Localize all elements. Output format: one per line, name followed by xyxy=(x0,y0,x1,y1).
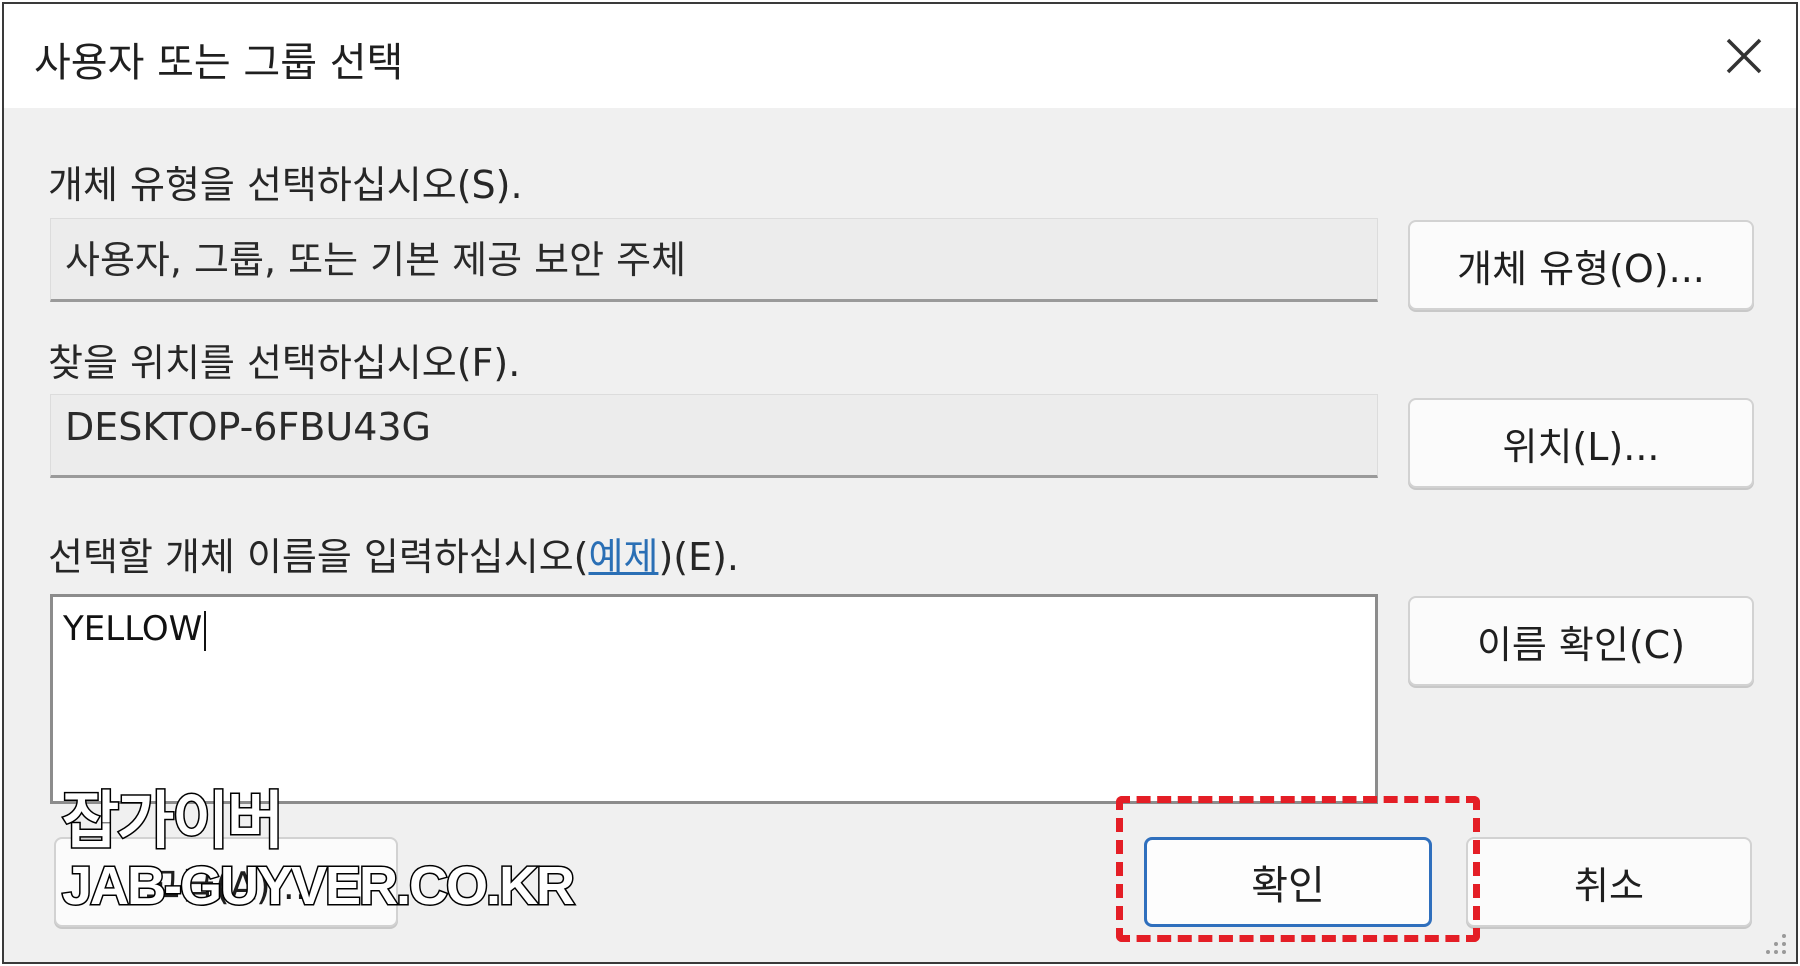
cancel-button[interactable]: 취소 xyxy=(1466,837,1752,927)
close-button[interactable] xyxy=(1716,28,1772,84)
watermark-title: 잡가이버 xyxy=(60,783,285,859)
examples-link[interactable]: 예제 xyxy=(589,535,659,579)
watermark-url: JAB-GUYVER.CO.KR xyxy=(60,855,576,918)
text-caret xyxy=(204,610,207,651)
dialog-title: 사용자 또는 그룹 선택 xyxy=(34,40,404,86)
close-icon xyxy=(1726,38,1762,74)
object-type-field: 사용자, 그룹, 또는 기본 제공 보안 주체 xyxy=(50,218,1378,302)
object-names-label-suffix: )(E). xyxy=(658,535,740,579)
location-label: 찾을 위치를 선택하십시오(F). xyxy=(48,341,521,385)
locations-button[interactable]: 위치(L)... xyxy=(1408,398,1754,488)
object-names-label: 선택할 개체 이름을 입력하십시오(예제)(E). xyxy=(48,526,739,581)
object-types-button[interactable]: 개체 유형(O)... xyxy=(1408,220,1754,310)
title-bar: 사용자 또는 그룹 선택 xyxy=(4,4,1796,108)
object-type-label: 개체 유형을 선택하십시오(S). xyxy=(48,163,523,207)
object-names-label-prefix: 선택할 개체 이름을 입력하십시오( xyxy=(48,535,589,579)
ok-button[interactable]: 확인 xyxy=(1144,837,1432,927)
location-field: DESKTOP-6FBU43G xyxy=(50,394,1378,478)
resize-grip-icon[interactable] xyxy=(1758,926,1788,956)
object-names-value: YELLOW xyxy=(63,609,203,649)
check-names-button[interactable]: 이름 확인(C) xyxy=(1408,596,1754,686)
